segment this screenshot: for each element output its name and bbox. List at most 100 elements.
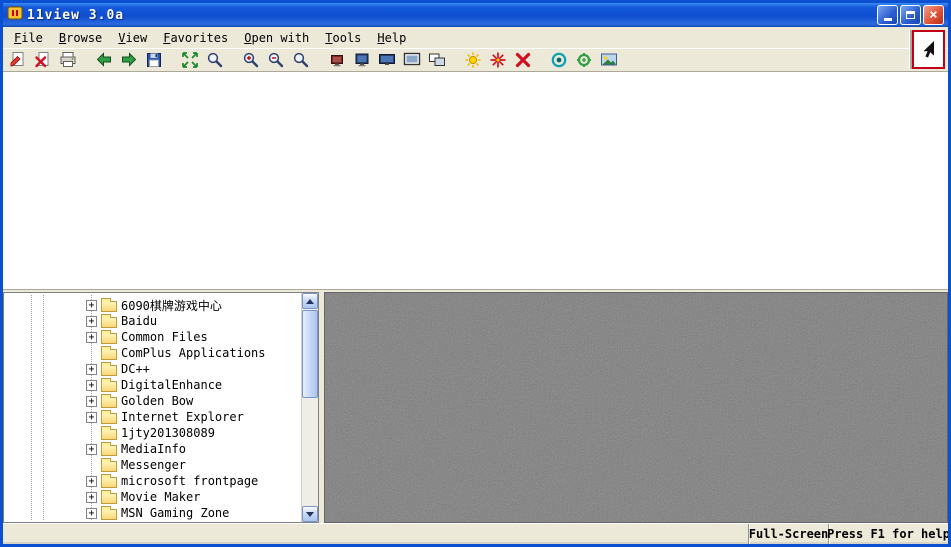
- expand-icon[interactable]: +: [86, 492, 97, 503]
- titlebar[interactable]: 11view 3.0a ×: [3, 3, 948, 27]
- tree-item[interactable]: + Internet Explorer: [4, 409, 301, 425]
- menu-item-favorites[interactable]: Favorites: [155, 29, 236, 47]
- thumbnail-panel[interactable]: [324, 292, 948, 523]
- menu-item-tools[interactable]: Tools: [317, 29, 369, 47]
- folder-icon: [101, 429, 117, 440]
- menu-item-open-with[interactable]: Open with: [236, 29, 317, 47]
- back-button[interactable]: [92, 49, 116, 71]
- monitor-wide-button[interactable]: [375, 49, 399, 71]
- edit-icon: [9, 51, 27, 69]
- delete-button[interactable]: [31, 49, 55, 71]
- thumbnails-button[interactable]: [597, 49, 621, 71]
- tree-item[interactable]: + Golden Bow: [4, 393, 301, 409]
- tree-item-label: MediaInfo: [121, 442, 186, 456]
- print-button[interactable]: [56, 49, 80, 71]
- dual-monitor-button[interactable]: [425, 49, 449, 71]
- stop-icon: [514, 51, 532, 69]
- status-bar: Full-Screen Press F1 for help: [3, 523, 948, 544]
- delete-icon: [34, 51, 52, 69]
- monitor-small-button[interactable]: [325, 49, 349, 71]
- zoom-button[interactable]: [289, 49, 313, 71]
- close-button[interactable]: ×: [923, 5, 944, 25]
- tree-item[interactable]: +Common Files: [4, 329, 301, 345]
- brightness-icon: [464, 51, 482, 69]
- expand-icon[interactable]: +: [86, 380, 97, 391]
- scroll-up-button[interactable]: [302, 293, 318, 309]
- expand-icon[interactable]: +: [86, 364, 97, 375]
- tree-item-label: MSN Gaming Zone: [121, 506, 229, 520]
- expand-icon[interactable]: +: [86, 444, 97, 455]
- thumbnails-icon: [600, 51, 618, 69]
- stop-button[interactable]: [511, 49, 535, 71]
- brightness-button[interactable]: [461, 49, 485, 71]
- find-button[interactable]: [203, 49, 227, 71]
- tree-item[interactable]: Messenger: [4, 457, 301, 473]
- monitor-small-icon: [328, 51, 346, 69]
- zoom-out-button[interactable]: [264, 49, 288, 71]
- tree-item-label: Golden Bow: [121, 394, 193, 408]
- tree-item-label: Movie Maker: [121, 490, 200, 504]
- tree-item[interactable]: +6090棋牌游戏中心: [4, 297, 301, 313]
- sharpen-button[interactable]: [486, 49, 510, 71]
- folder-icon: [101, 445, 117, 456]
- monitor-wide-icon: [378, 51, 396, 69]
- fit-window-button[interactable]: [178, 49, 202, 71]
- minimize-button[interactable]: [877, 5, 898, 25]
- tree-item[interactable]: + microsoft frontpage: [4, 473, 301, 489]
- menu-item-view[interactable]: View: [110, 29, 155, 47]
- tree-item-label: Internet Explorer: [121, 410, 244, 424]
- window-controls: ×: [877, 5, 944, 25]
- arrow-up-icon: [306, 299, 314, 304]
- menu-item-browse[interactable]: Browse: [51, 29, 110, 47]
- tree-item[interactable]: 1jty201308089: [4, 425, 301, 441]
- close-icon: ×: [929, 8, 937, 22]
- expand-icon[interactable]: +: [86, 332, 97, 343]
- tree-item-label: DigitalEnhance: [121, 378, 222, 392]
- zoom-in-button[interactable]: [239, 49, 263, 71]
- expand-icon[interactable]: +: [86, 476, 97, 487]
- expand-icon[interactable]: +: [86, 508, 97, 519]
- tree-item-label: DC++: [121, 362, 150, 376]
- color-wheel-icon: [550, 51, 568, 69]
- maximize-button[interactable]: [900, 5, 921, 25]
- expand-icon[interactable]: +: [86, 412, 97, 423]
- tree-item[interactable]: + Baidu: [4, 313, 301, 329]
- forward-button[interactable]: [117, 49, 141, 71]
- expand-icon[interactable]: +: [86, 396, 97, 407]
- tree-item[interactable]: + DC++: [4, 361, 301, 377]
- menu-item-file[interactable]: File: [6, 29, 51, 47]
- monitor-button[interactable]: [350, 49, 374, 71]
- folder-icon: [101, 333, 117, 344]
- print-icon: [59, 51, 77, 69]
- minimize-icon: [884, 18, 892, 21]
- folder-icon: [101, 301, 117, 312]
- fit-window-icon: [181, 51, 199, 69]
- save-button[interactable]: [142, 49, 166, 71]
- menubar: File Browse View Favorites Open with Too…: [3, 27, 948, 48]
- arrow-down-icon: [306, 512, 314, 517]
- tree-item-label: ComPlus Applications: [121, 346, 266, 360]
- image-viewport[interactable]: [3, 72, 948, 290]
- expand-icon[interactable]: +: [86, 316, 97, 327]
- tree-item-label: Baidu: [121, 314, 157, 328]
- folder-icon: [101, 397, 117, 408]
- pointer-tool-button[interactable]: [912, 30, 945, 69]
- expand-icon[interactable]: +: [86, 300, 97, 311]
- edit-button[interactable]: [6, 49, 30, 71]
- zoom-out-icon: [267, 51, 285, 69]
- tree-scrollbar[interactable]: [301, 293, 318, 522]
- color-wheel-button[interactable]: [547, 49, 571, 71]
- tree-item[interactable]: + Movie Maker: [4, 489, 301, 505]
- effects-button[interactable]: [572, 49, 596, 71]
- toolbar: [3, 48, 948, 72]
- tree-item[interactable]: + MediaInfo: [4, 441, 301, 457]
- tree-item[interactable]: ComPlus Applications: [4, 345, 301, 361]
- tree-item[interactable]: + MSN Gaming Zone: [4, 505, 301, 521]
- tree-item[interactable]: + DigitalEnhance: [4, 377, 301, 393]
- slideshow-button[interactable]: [400, 49, 424, 71]
- menu-item-help[interactable]: Help: [369, 29, 414, 47]
- scroll-down-button[interactable]: [302, 506, 318, 522]
- tree-item-label: microsoft frontpage: [121, 474, 258, 488]
- bottom-panes: +6090棋牌游戏中心 + Baidu +Common Files ComPlus…: [3, 290, 948, 523]
- scrollbar-thumb[interactable]: [302, 310, 318, 398]
